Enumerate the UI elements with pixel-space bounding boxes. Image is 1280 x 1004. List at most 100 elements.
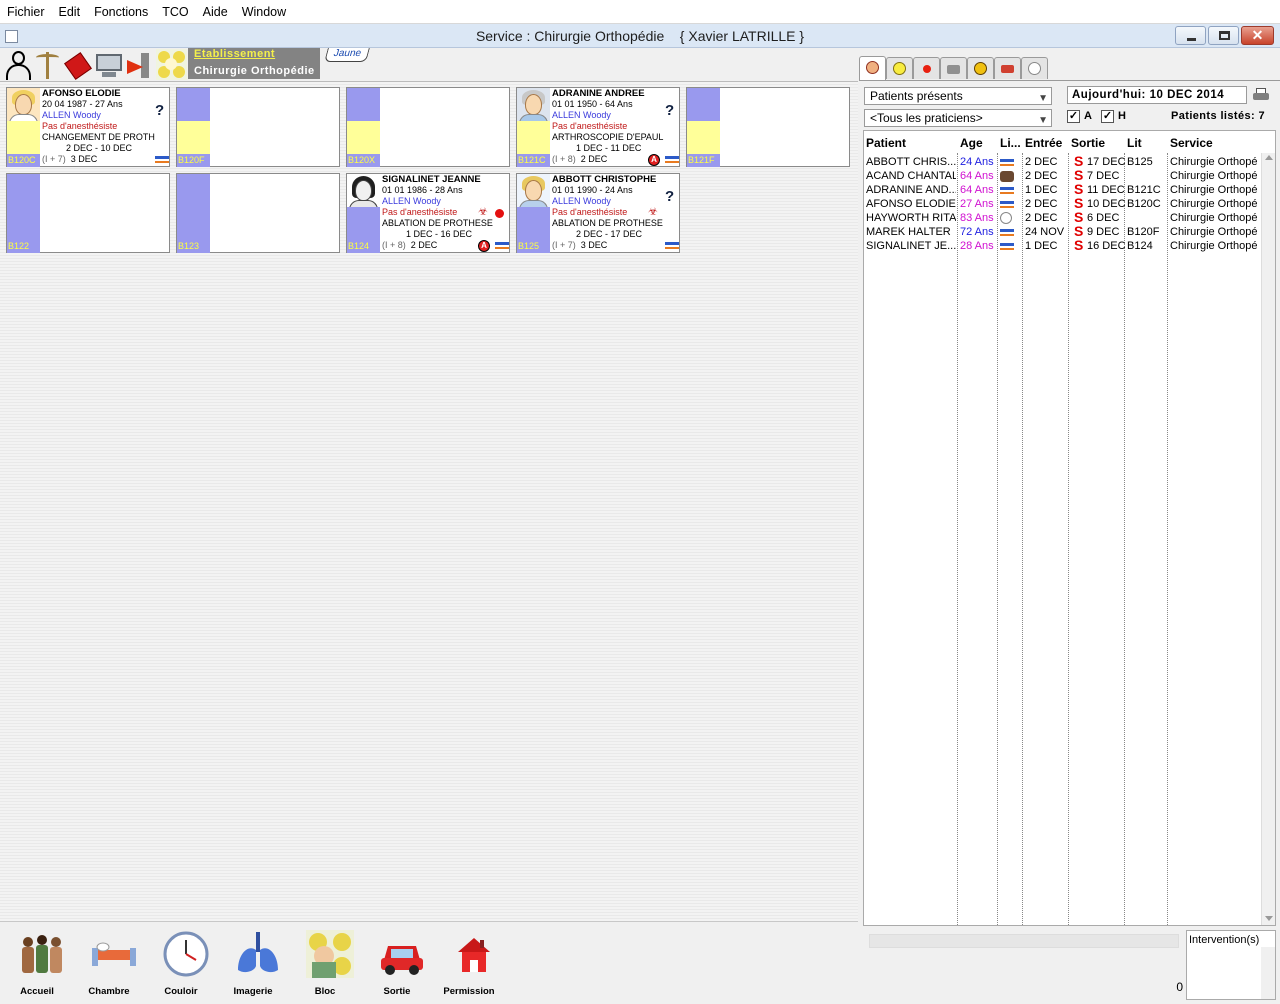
flower-icon[interactable] xyxy=(156,49,187,80)
interventions-list[interactable]: Intervention(s) xyxy=(1186,930,1276,1000)
nav-sortie-button[interactable]: Sortie xyxy=(367,928,427,998)
nav-permission-button[interactable]: Permission xyxy=(439,928,499,998)
question-icon[interactable]: ? xyxy=(665,188,674,205)
col-entree[interactable]: Entrée xyxy=(1025,136,1062,150)
checkbox-h-label: H xyxy=(1118,110,1126,122)
cell-lit-icon xyxy=(1000,183,1016,197)
cell-sortie: 16 DEC xyxy=(1087,240,1126,252)
interventions-title: Intervention(s) xyxy=(1189,934,1260,946)
printer-icon xyxy=(947,65,960,74)
color-tab-jaune[interactable]: Jaune xyxy=(324,48,370,62)
cell-age: 64 Ans xyxy=(960,184,994,196)
patients-filter-select[interactable]: Patients présents ▼ xyxy=(864,87,1052,105)
vertical-scrollbar[interactable] xyxy=(1261,947,1275,999)
red-book-icon[interactable] xyxy=(64,50,92,80)
table-row[interactable]: ADRANINE AND... 64 Ans 1 DEC S 11 DEC B121C Ch… xyxy=(864,182,1262,197)
cell-patient: SIGNALINET JE... xyxy=(866,240,956,252)
table-row[interactable]: HAYWORTH RITA 83 Ans 2 DEC S 6 DEC Chirurgie … xyxy=(864,210,1262,225)
col-service[interactable]: Service xyxy=(1170,136,1213,150)
nav-couloir-label: Couloir xyxy=(164,986,198,997)
col-lit[interactable]: Lit xyxy=(1127,136,1142,150)
table-row[interactable]: ACAND CHANTAL 64 Ans 2 DEC S 7 DEC Chirurgie … xyxy=(864,168,1262,183)
minimize-button[interactable] xyxy=(1175,26,1206,45)
nav-accueil-button[interactable]: Accueil xyxy=(7,928,67,998)
col-patient[interactable]: Patient xyxy=(866,136,906,150)
nav-imagerie-button[interactable]: Imagerie xyxy=(223,928,283,998)
patient-icon[interactable] xyxy=(3,50,33,80)
table-row[interactable]: ABBOTT CHRIS... 24 Ans 2 DEC S 17 DEC B125 Chi… xyxy=(864,154,1262,169)
col-lit-icon[interactable]: Li... xyxy=(1000,136,1021,150)
nav-permission-label: Permission xyxy=(443,986,495,997)
room-card-b121f[interactable]: B121F xyxy=(686,87,850,167)
interventions-count: 0 xyxy=(1176,980,1183,994)
tab-history[interactable] xyxy=(1021,57,1048,79)
today-date-field[interactable]: Aujourd'hui: 10 DEC 2014 xyxy=(1067,86,1247,104)
vertical-scrollbar[interactable] xyxy=(1261,153,1275,925)
room-card-b120x[interactable]: B120X xyxy=(346,87,510,167)
red-dot-icon xyxy=(495,209,504,218)
bed-icon xyxy=(1000,187,1014,194)
patient-avatar xyxy=(517,88,550,121)
tab-announce[interactable] xyxy=(994,57,1021,79)
monitor-icon[interactable] xyxy=(94,50,124,80)
cell-sortie: 10 DEC xyxy=(1087,198,1126,210)
caduceus-icon[interactable] xyxy=(33,50,63,80)
table-row[interactable]: MAREK HALTER 72 Ans 24 NOV S 9 DEC B120F Chiru… xyxy=(864,224,1262,239)
room-card-b121c[interactable]: B121C ADRANINE ANDREE 01 01 1950 - 64 An… xyxy=(516,87,680,167)
cell-service: Chirurgie Orthopé xyxy=(1170,184,1258,196)
cell-lit: B121C xyxy=(1127,184,1161,196)
cell-entree: 2 DEC xyxy=(1025,198,1058,210)
tab-support[interactable] xyxy=(967,57,994,79)
room-card-b120f[interactable]: B120F xyxy=(176,87,340,167)
menu-tco[interactable]: TCO xyxy=(155,5,195,19)
people-group-icon xyxy=(22,935,62,973)
col-age[interactable]: Age xyxy=(960,136,983,150)
patient-avatar xyxy=(347,174,380,207)
tab-print[interactable] xyxy=(940,57,967,79)
question-icon[interactable]: ? xyxy=(155,102,164,119)
room-card-b124[interactable]: B124 SIGNALINET JEANNE 01 01 1986 - 28 A… xyxy=(346,173,510,253)
restore-button[interactable] xyxy=(1208,26,1239,45)
room-card-b125[interactable]: B125 ABBOTT CHRISTOPHE 01 01 1990 - 24 A… xyxy=(516,173,680,253)
printer-icon[interactable] xyxy=(1253,88,1269,102)
bed-icon xyxy=(665,156,679,163)
horizontal-scrollbar[interactable] xyxy=(869,934,1179,948)
patient-list-panel: Patients présents ▼ <Tous les praticiens… xyxy=(859,48,1280,1004)
bed-icon xyxy=(1000,243,1014,250)
establishment-selector[interactable]: Etablissement Chirurgie Orthopédie xyxy=(188,48,320,79)
room-card-b123[interactable]: B123 xyxy=(176,173,340,253)
sortie-flag-icon: S xyxy=(1074,210,1084,224)
exit-arrow-icon[interactable] xyxy=(125,50,153,80)
establishment-link[interactable]: Etablissement xyxy=(194,48,275,60)
chevron-down-icon: ▼ xyxy=(1038,93,1048,104)
practitioners-filter-select[interactable]: <Tous les praticiens> ▼ xyxy=(864,109,1052,127)
cell-patient: ADRANINE AND... xyxy=(866,184,956,196)
menu-edit[interactable]: Edit xyxy=(52,5,88,19)
menu-bar: Fichier Edit Fonctions TCO Aide Window xyxy=(0,0,1280,24)
bed-label: B120F xyxy=(178,155,205,165)
room-card-b122[interactable]: B122 xyxy=(6,173,170,253)
tab-alerts[interactable] xyxy=(886,57,913,79)
question-icon[interactable]: ? xyxy=(665,102,674,119)
lightbulb-icon xyxy=(893,62,906,75)
room-card-b120c[interactable]: B120C AFONSO ELODIE 20 04 1987 - 27 Ans … xyxy=(6,87,170,167)
nav-couloir-button[interactable]: Couloir xyxy=(151,928,211,998)
bed-icon xyxy=(1000,159,1014,166)
main-toolbar: Etablissement Chirurgie Orthopédie Jaune xyxy=(0,48,858,81)
bed-icon xyxy=(1000,201,1014,208)
table-row[interactable]: AFONSO ELODIE 27 Ans 2 DEC S 10 DEC B120C Chir… xyxy=(864,196,1262,211)
close-button[interactable]: ✕ xyxy=(1241,26,1274,45)
biohazard-icon: ☣ xyxy=(478,206,488,218)
menu-fichier[interactable]: Fichier xyxy=(0,5,52,19)
nav-chambre-button[interactable]: Chambre xyxy=(79,928,139,998)
interventions-summary: 0 xyxy=(863,930,1183,1000)
nav-bloc-button[interactable]: Bloc xyxy=(295,928,355,998)
tab-patients[interactable] xyxy=(859,56,886,80)
menu-window[interactable]: Window xyxy=(235,5,293,19)
patient-info: ADRANINE ANDREE 01 01 1950 - 64 Ans ALLE… xyxy=(552,88,664,164)
menu-fonctions[interactable]: Fonctions xyxy=(87,5,155,19)
col-sortie[interactable]: Sortie xyxy=(1071,136,1105,150)
menu-aide[interactable]: Aide xyxy=(196,5,235,19)
tab-status[interactable] xyxy=(913,57,940,79)
table-row[interactable]: SIGNALINET JE... 28 Ans 1 DEC S 16 DEC B124 Ch… xyxy=(864,238,1262,253)
